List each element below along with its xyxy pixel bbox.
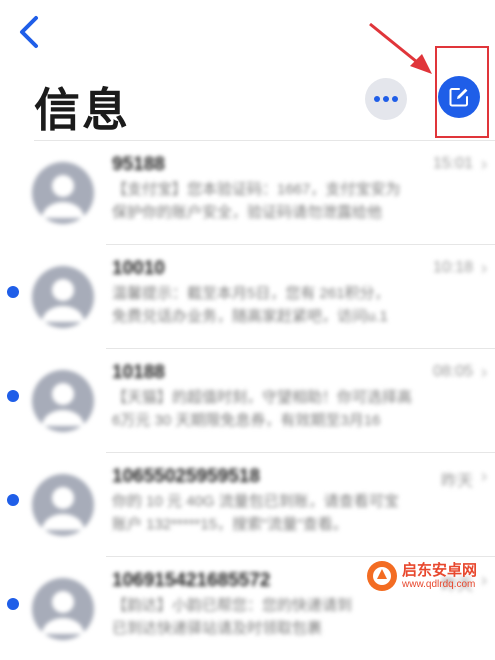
avatar: [32, 474, 94, 536]
watermark-url: www.qdlrdq.com: [402, 578, 476, 590]
message-row[interactable]: 10010 10:18 › 温馨提示：截至本月5日，您有 261积分， 免费兑话办业务，…: [0, 244, 495, 348]
message-preview-line: 【韵达】小韵已帮您：您的快递请到: [112, 597, 353, 614]
message-preview-line: 保护你的账户安全，验证码请勿泄露给他: [112, 204, 383, 221]
message-preview-line: 【支付宝】您本验证码：1667，支付宝安为: [112, 181, 401, 198]
annotation-highlight-box: [435, 46, 489, 138]
message-content: 95188 15:01 › 【支付宝】您本验证码：1667，支付宝安为 保护你的账户安全…: [112, 152, 487, 224]
unread-dot: [7, 494, 19, 506]
person-icon: [42, 487, 84, 530]
message-preview-line: 温馨提示：截至本月5日，您有 261积分，: [112, 285, 390, 302]
ellipsis-icon: [374, 96, 398, 102]
site-logo-icon: [367, 561, 397, 591]
more-options-button[interactable]: [365, 78, 407, 120]
chevron-right-icon: ›: [481, 466, 487, 486]
message-preview-line: 账户 132*****15，搜索"流量"查看。: [112, 516, 348, 533]
message-sender: 10188: [112, 362, 165, 383]
message-row[interactable]: 10188 08:05 › 【天猫】的超值时刻，守望相助！你可选择高 6万元 30 天期…: [0, 348, 495, 452]
chevron-right-icon: ›: [481, 258, 487, 278]
message-preview-line: 已到达快递驿站请及时领取包裹: [112, 620, 323, 637]
avatar: [32, 266, 94, 328]
chevron-right-icon: ›: [481, 154, 487, 174]
row-divider: [106, 348, 495, 349]
chevron-right-icon: ›: [481, 362, 487, 382]
person-icon: [42, 383, 84, 426]
message-sender: 10655025959518: [112, 466, 260, 487]
message-row[interactable]: 10655025959518 昨天 › 你的 10 元 40G 流量包已到账，请查看可…: [0, 452, 495, 556]
watermark-name: 启东安卓网: [402, 561, 478, 579]
page-title: 信息: [34, 84, 130, 136]
message-preview-line: 免费兑话办业务，随高家赶紧吧，访问u.1: [112, 308, 388, 325]
row-divider: [34, 140, 495, 141]
row-divider: [106, 244, 495, 245]
avatar: [32, 578, 94, 640]
message-preview-line: 你的 10 元 40G 流量包已到账，请查看可宝: [112, 493, 399, 510]
message-preview-line: 6万元 30 天期限免息券，有效期至3月16: [112, 412, 381, 429]
message-content: 10010 10:18 › 温馨提示：截至本月5日，您有 261积分， 免费兑话办业务，…: [112, 256, 487, 328]
message-time: 15:01: [432, 155, 473, 172]
person-icon: [42, 279, 84, 322]
message-sender: 10010: [112, 258, 165, 279]
avatar: [32, 162, 94, 224]
person-icon: [42, 175, 84, 218]
message-time: 08:05: [432, 363, 473, 380]
row-divider: [106, 452, 495, 453]
message-content: 10188 08:05 › 【天猫】的超值时刻，守望相助！你可选择高 6万元 30 天期…: [112, 360, 487, 432]
unread-dot: [7, 390, 19, 402]
unread-dot: [7, 286, 19, 298]
unread-dot: [7, 598, 19, 610]
person-icon: [42, 591, 84, 634]
back-button[interactable]: [16, 14, 46, 50]
annotation-arrow-icon: [369, 22, 432, 74]
message-time: 昨天: [440, 473, 473, 490]
message-time: 10:18: [432, 259, 473, 276]
avatar: [32, 370, 94, 432]
chevron-left-icon: [20, 16, 38, 48]
message-preview-line: 【天猫】的超值时刻，守望相助！你可选择高: [112, 389, 413, 406]
message-row[interactable]: 95188 15:01 › 【支付宝】您本验证码：1667，支付宝安为 保护你的账户安全…: [0, 140, 495, 244]
watermark: 启东安卓网 www.qdlrdq.com: [366, 556, 490, 596]
message-content: 10655025959518 昨天 › 你的 10 元 40G 流量包已到账，请查看可…: [112, 464, 487, 536]
message-sender: 95188: [112, 154, 165, 175]
